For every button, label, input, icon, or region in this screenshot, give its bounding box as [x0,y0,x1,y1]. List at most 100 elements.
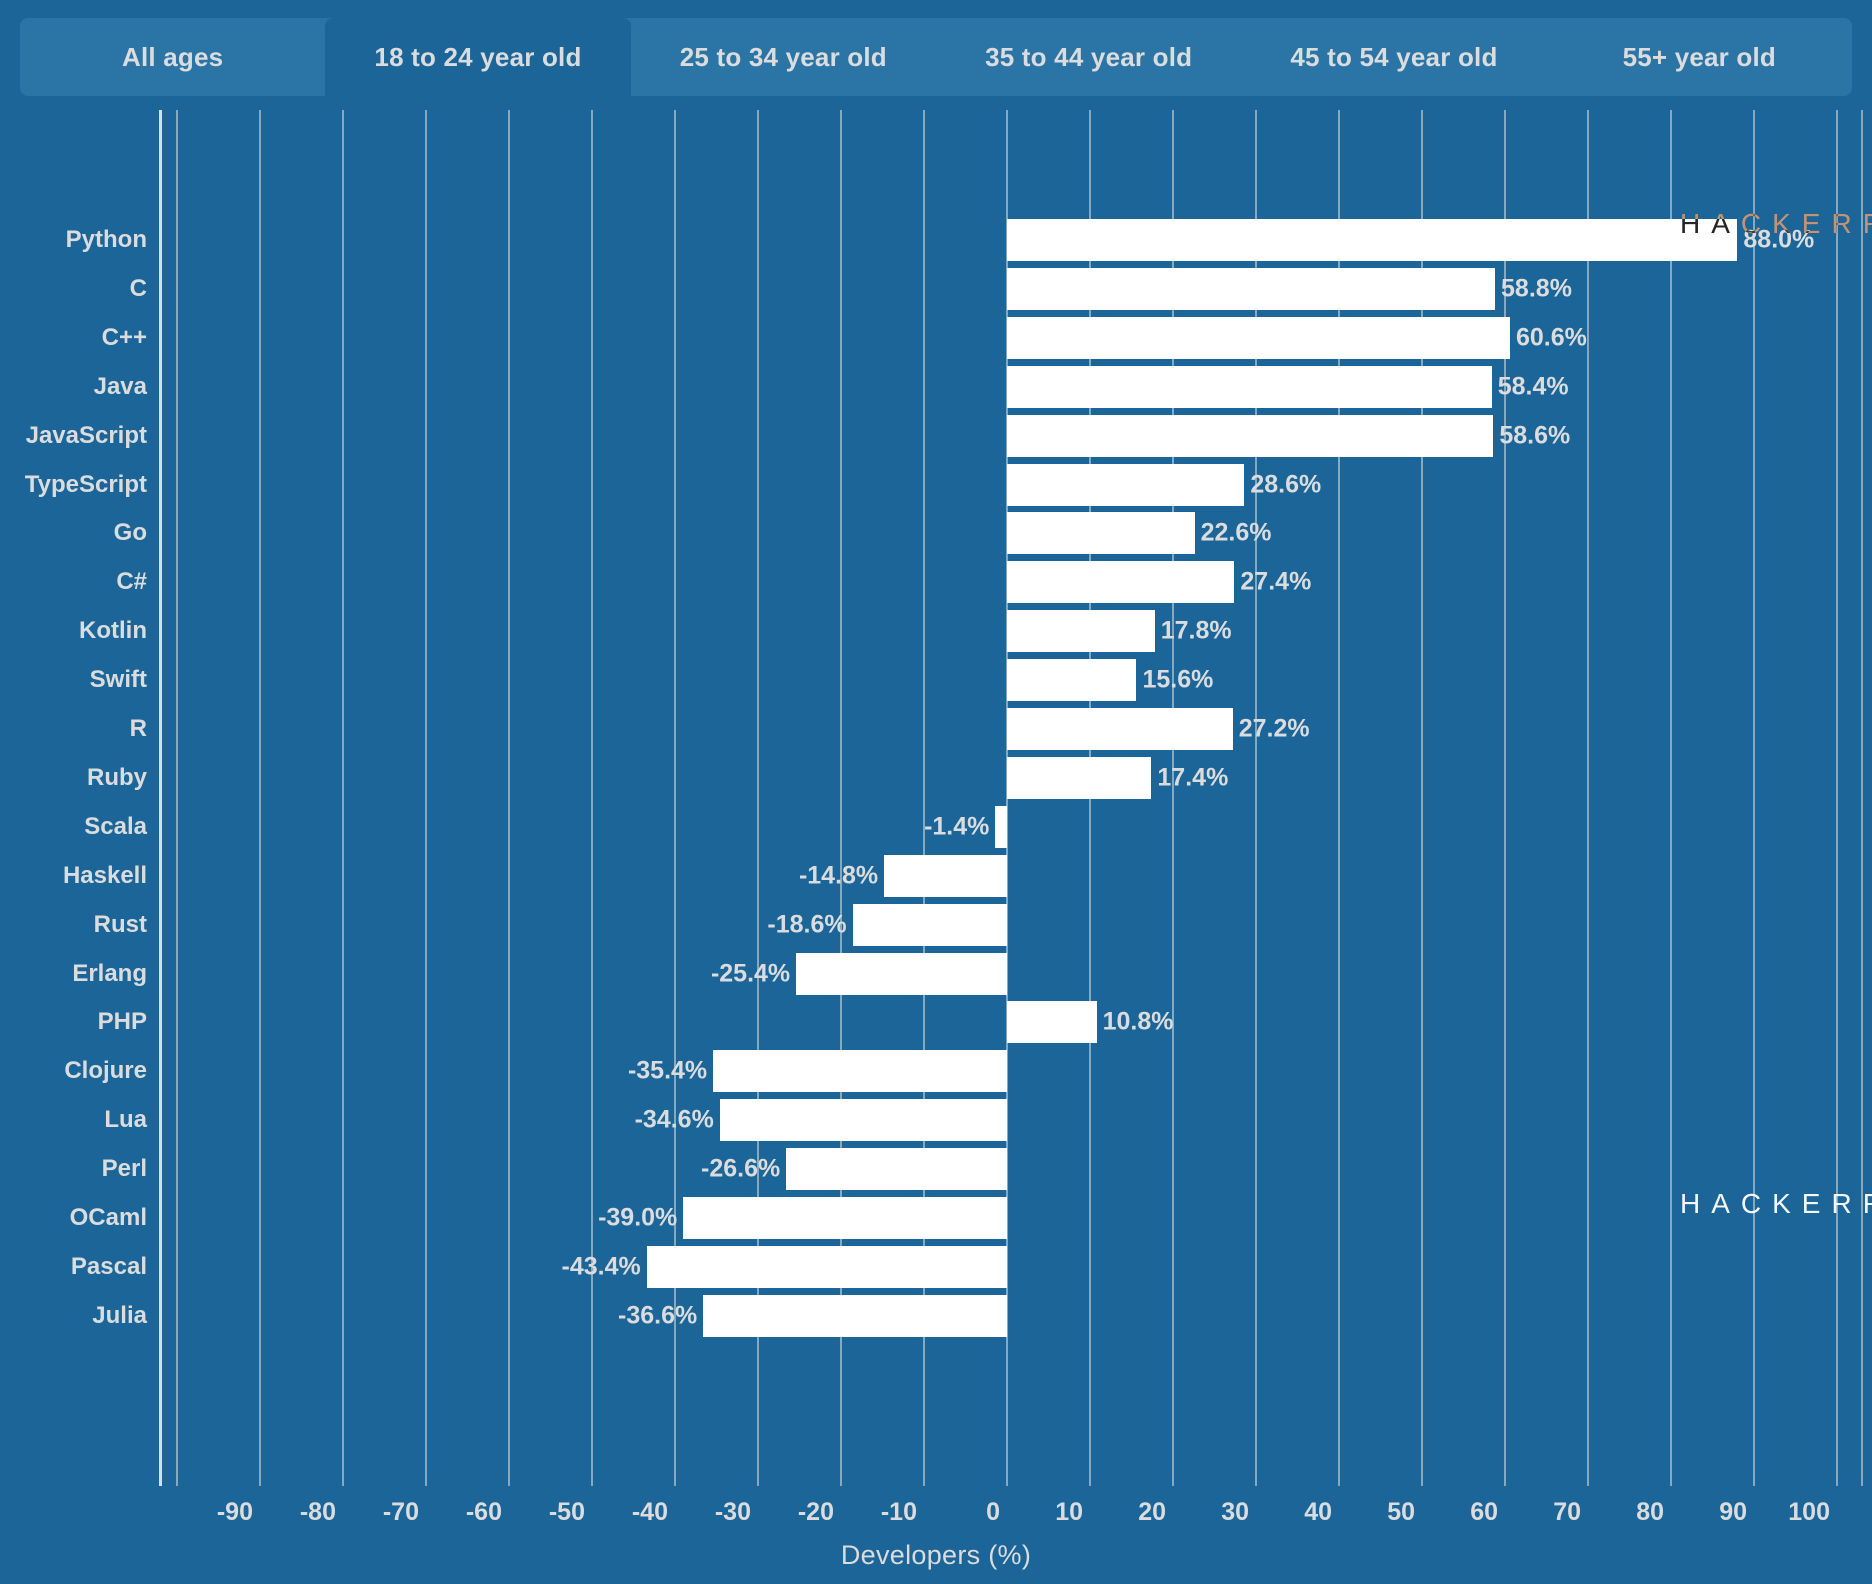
category-label: C++ [101,323,147,351]
category-label: Go [113,519,147,547]
y-axis-line [159,110,162,1486]
bar-value-label: 10.8% [1102,1007,1174,1036]
category-label: Lua [104,1106,147,1134]
bar-value-label: 58.6% [1499,421,1571,450]
x-tick-label: -30 [714,1498,751,1526]
gridline [1753,110,1755,1486]
bar-value-label: -39.0% [598,1203,678,1232]
developers-percent-bar-chart: Python 88.0% C 58.8% C++ 60.6% Java 58.4% JavaSc… [0,100,1872,1584]
category-label: Clojure [64,1057,147,1085]
bar[interactable] [703,1294,1007,1337]
gridline [508,110,510,1486]
plot-area: Python 88.0% C 58.8% C++ 60.6% Java 58.4% JavaSc… [0,100,1872,1584]
tab-25-to-34[interactable]: 25 to 34 year old [631,18,936,96]
category-label: PHP [97,1008,147,1036]
bar[interactable] [1007,610,1155,653]
bar[interactable] [796,952,1007,995]
x-tick-label: 30 [1221,1498,1249,1526]
x-tick-label: 70 [1553,1498,1581,1526]
bar[interactable] [1007,267,1496,310]
gridline [1587,110,1589,1486]
bar[interactable] [683,1197,1007,1239]
tab-label: 25 to 34 year old [679,41,887,72]
gridline [1670,110,1672,1486]
bar[interactable] [719,1099,1007,1142]
bar-value-label: 60.6% [1515,323,1587,352]
gridline [425,110,427,1486]
bar[interactable] [995,805,1007,848]
x-tick-label: 90 [1719,1498,1747,1526]
tab-label: 45 to 54 year old [1290,41,1498,72]
x-tick-label: 10 [1055,1498,1083,1526]
bar-value-label: -25.4% [710,959,791,987]
x-tick-label: -70 [382,1498,419,1526]
x-tick-label: -10 [880,1498,917,1526]
category-label: Swift [89,666,147,694]
hackerrank-watermark-middle: HACKERRANK [1680,1188,1872,1219]
x-tick-label: -90 [216,1498,253,1526]
bar-value-label: -1.4% [924,812,990,841]
bar-value-label: -14.8% [798,861,879,890]
tab-45-to-54[interactable]: 45 to 54 year old [1241,18,1546,96]
x-tick-label: 0 [986,1498,1000,1526]
bar[interactable] [713,1050,1007,1093]
category-label: JavaScript [25,421,147,449]
bar[interactable] [884,854,1007,897]
bar[interactable] [1007,512,1195,555]
bar-value-label: 17.8% [1160,616,1232,645]
category-label: C [129,274,147,302]
bar-value-label: 58.4% [1497,372,1569,401]
tab-18-to-24[interactable]: 18 to 24 year old [325,18,631,96]
x-tick-label: -60 [465,1498,502,1526]
x-tick-label: 20 [1138,1498,1166,1526]
bar-value-label: -34.6% [634,1105,714,1134]
bar[interactable] [1007,708,1233,750]
tab-35-to-44[interactable]: 35 to 44 year old [936,18,1241,96]
bar[interactable] [1007,316,1510,359]
x-tick-label: 100 [1788,1498,1830,1526]
category-label: Kotlin [79,617,147,645]
bar-value-label: 27.2% [1238,714,1310,743]
bar[interactable] [1007,463,1245,506]
bar[interactable] [646,1245,1007,1288]
category-label: Ruby [87,763,147,791]
gridline [259,110,261,1486]
gridline [176,110,178,1486]
x-tick-label: -80 [299,1498,336,1526]
category-label: Pascal [70,1252,147,1280]
bar-value-label: 58.8% [1501,274,1572,303]
x-axis-title: Developers (%) [840,1540,1032,1570]
category-label: Scala [84,812,147,840]
gridline [342,110,344,1486]
bar[interactable] [1007,561,1235,604]
tab-55-plus[interactable]: 55+ year old [1547,18,1852,96]
bar-value-label: -18.6% [767,910,847,939]
bar[interactable] [1007,365,1492,408]
tab-label: All ages [122,41,224,72]
category-label: Java [93,372,147,400]
bar[interactable] [1007,659,1137,702]
x-tick-label: -50 [548,1498,585,1526]
x-tick-label: 80 [1636,1498,1664,1526]
tab-label: 18 to 24 year old [374,41,582,72]
category-label: Rust [93,910,147,938]
category-label: R [129,715,147,742]
x-tick-label: 50 [1387,1498,1415,1526]
hackerrank-watermark-top: HACKERRANK [1680,208,1872,239]
bar-value-label: -36.6% [618,1301,698,1330]
x-tick-label: -20 [797,1498,834,1526]
bar-value-label: 17.4% [1157,763,1229,792]
bar[interactable] [1007,756,1152,799]
bar-value-label: -43.4% [561,1252,641,1281]
bar[interactable] [1007,219,1738,261]
bar-value-label: 15.6% [1142,665,1214,694]
bar[interactable] [852,903,1007,946]
tab-all-ages[interactable]: All ages [20,18,325,96]
bar-value-label: 27.4% [1240,567,1312,596]
bar[interactable] [1007,414,1494,457]
bar[interactable] [786,1148,1007,1191]
category-label: Perl [101,1155,147,1183]
bar[interactable] [1007,1001,1097,1044]
x-tick-label: 40 [1304,1498,1332,1526]
bar-value-label: -26.6% [701,1154,781,1183]
